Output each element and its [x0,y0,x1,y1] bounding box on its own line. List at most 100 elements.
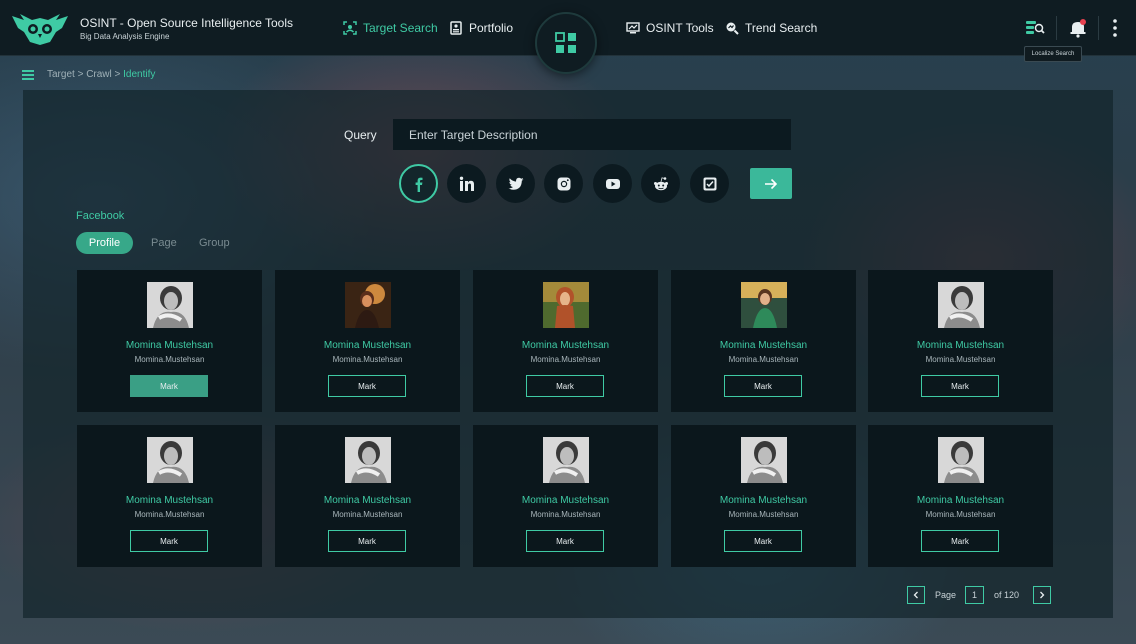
linkedin-button[interactable] [447,164,486,203]
breadcrumb-current: Identify [123,69,156,80]
page-label: Page [935,590,957,600]
profile-card[interactable]: Momina Mustehsan Momina.Mustehsan Mark [275,270,460,412]
avatar [938,437,984,483]
nav-label: OSINT Tools [646,21,714,35]
nav-osint-tools[interactable]: OSINT Tools [626,21,714,35]
profile-name[interactable]: Momina Mustehsan [473,340,658,351]
reddit-icon [653,176,668,190]
search-submit-button[interactable] [750,168,792,199]
breadcrumb-path[interactable]: Target > Crawl > [47,69,123,80]
avatar [147,282,193,328]
mark-button[interactable]: Mark [921,375,999,397]
profile-username: Momina.Mustehsan [332,355,403,364]
youtube-icon [605,178,620,189]
target-search-icon [343,21,357,35]
app-subtitle: Big Data Analysis Engine [80,32,170,41]
avatar [345,282,391,328]
hamburger-menu-icon[interactable] [22,70,34,80]
profile-name[interactable]: Momina Mustehsan [473,495,658,506]
profile-username: Momina.Mustehsan [728,355,799,364]
facebook-button[interactable] [399,164,438,203]
profile-card[interactable]: Momina Mustehsan Momina.Mustehsan Mark [671,270,856,412]
mark-button[interactable]: Mark [328,375,406,397]
other-platform-button[interactable] [690,164,729,203]
profile-username: Momina.Mustehsan [728,510,799,519]
reddit-button[interactable] [641,164,680,203]
profile-name[interactable]: Momina Mustehsan [868,340,1053,351]
tab-page[interactable]: Page [151,237,177,249]
portfolio-icon [450,21,462,35]
arrow-right-icon [765,178,778,189]
osint-tools-icon [626,22,640,34]
twitter-icon [508,177,523,190]
mark-button[interactable]: Mark [724,530,802,552]
query-input[interactable] [393,119,791,150]
facebook-icon [415,177,422,192]
profile-card[interactable]: Momina Mustehsan Momina.Mustehsan Mark [868,270,1053,412]
chevron-left-icon [913,591,918,599]
instagram-button[interactable] [544,164,583,203]
avatar [938,282,984,328]
profile-card[interactable]: Momina Mustehsan Momina.Mustehsan Mark [671,425,856,567]
profile-name[interactable]: Momina Mustehsan [77,495,262,506]
nav-trend-search[interactable]: Trend Search [725,21,817,35]
avatar [147,437,193,483]
nav-label: Trend Search [745,21,818,35]
localize-search-tooltip: Localize Search [1024,46,1082,62]
linkedin-icon [459,176,474,191]
app-title: OSINT - Open Source Intelligence Tools [80,16,293,30]
profile-card[interactable]: Momina Mustehsan Momina.Mustehsan Mark [868,425,1053,567]
profile-card[interactable]: Momina Mustehsan Momina.Mustehsan Mark [473,270,658,412]
profile-name[interactable]: Momina Mustehsan [275,495,460,506]
profile-card[interactable]: Momina Mustehsan Momina.Mustehsan Mark [275,425,460,567]
next-page-button[interactable] [1033,586,1051,604]
localize-search-icon[interactable] [1025,18,1045,38]
profile-card[interactable]: Momina Mustehsan Momina.Mustehsan Mark [77,270,262,412]
profile-name[interactable]: Momina Mustehsan [275,340,460,351]
tab-group[interactable]: Group [199,237,230,249]
avatar [741,437,787,483]
more-options-icon[interactable] [1105,18,1125,38]
page-total: of 120 [994,590,1020,600]
tab-profile[interactable]: Profile [76,232,133,254]
profile-name[interactable]: Momina Mustehsan [868,495,1053,506]
nav-label: Target Search [363,21,438,35]
mark-button[interactable]: Mark [724,375,802,397]
profile-username: Momina.Mustehsan [530,510,601,519]
mark-button[interactable]: Mark [526,375,604,397]
profile-card[interactable]: Momina Mustehsan Momina.Mustehsan Mark [77,425,262,567]
mark-button[interactable]: Mark [921,530,999,552]
mark-button[interactable]: Mark [526,530,604,552]
trend-search-icon [726,22,739,35]
profile-name[interactable]: Momina Mustehsan [77,340,262,351]
query-label: Query [344,128,377,142]
profile-name[interactable]: Momina Mustehsan [671,340,856,351]
profile-username: Momina.Mustehsan [530,355,601,364]
avatar [741,282,787,328]
mark-button[interactable]: Mark [130,375,208,397]
profile-username: Momina.Mustehsan [134,355,205,364]
notification-bell-icon[interactable] [1068,18,1088,38]
twitter-button[interactable] [496,164,535,203]
profile-name[interactable]: Momina Mustehsan [671,495,856,506]
profile-username: Momina.Mustehsan [332,510,403,519]
mark-button[interactable]: Mark [130,530,208,552]
grid-icon [555,32,576,53]
nav-target-search[interactable]: Target Search [343,21,438,35]
avatar [543,437,589,483]
nav-portfolio[interactable]: Portfolio [449,21,513,35]
page-number[interactable]: 1 [965,586,984,604]
mark-button[interactable]: Mark [328,530,406,552]
toolbar-divider [1098,16,1099,40]
youtube-button[interactable] [593,164,632,203]
section-title: Facebook [76,210,125,222]
dashboard-button[interactable] [535,12,597,74]
profile-username: Momina.Mustehsan [925,355,996,364]
avatar [345,437,391,483]
instagram-icon [557,177,570,190]
owl-logo-icon [12,14,68,45]
profile-username: Momina.Mustehsan [925,510,996,519]
prev-page-button[interactable] [907,586,925,604]
checkbox-icon [703,177,716,190]
profile-card[interactable]: Momina Mustehsan Momina.Mustehsan Mark [473,425,658,567]
